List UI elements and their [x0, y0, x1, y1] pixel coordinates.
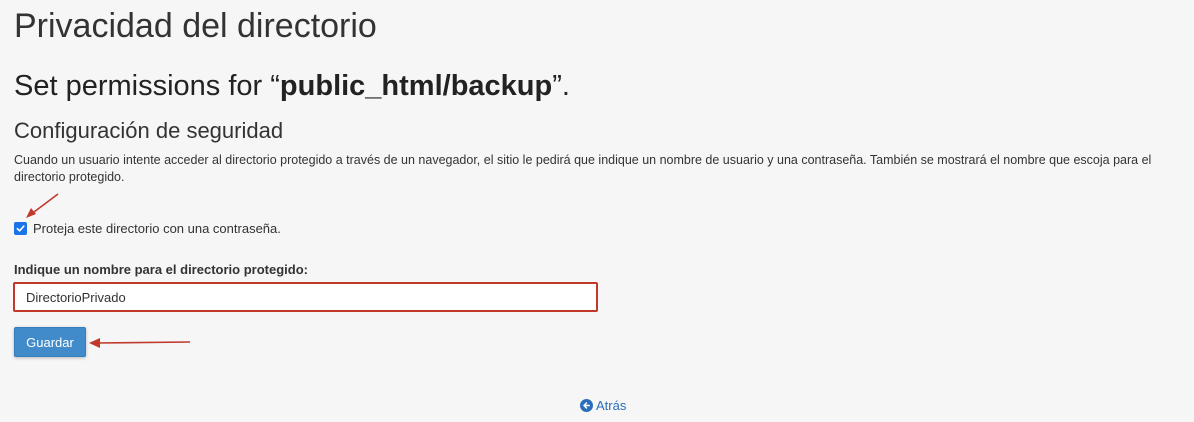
protect-checkbox[interactable] [14, 222, 27, 235]
security-description: Cuando un usuario intente acceder al dir… [14, 153, 1152, 184]
directory-name-label: Indique un nombre para el directorio pro… [14, 262, 308, 277]
permissions-suffix: ”. [552, 70, 570, 102]
annotation-arrow-save [89, 338, 191, 348]
security-heading: Configuración de seguridad [14, 118, 284, 143]
protect-checkbox-row[interactable]: Proteja este directorio con una contrase… [14, 221, 281, 236]
directory-name-input[interactable]: DirectorioPrivado [13, 282, 598, 312]
protect-checkbox-label: Proteja este directorio con una contrase… [33, 221, 281, 236]
page: Privacidad del directorio Set permission… [0, 0, 1194, 422]
back-label: Atrás [596, 398, 627, 413]
annotation-arrows [26, 193, 191, 348]
permissions-prefix: Set permissions for “ [14, 70, 280, 102]
annotation-arrow-checkbox [26, 193, 59, 218]
permissions-heading: Set permissions for “public_html/backup”… [14, 66, 570, 106]
save-button[interactable]: Guardar [14, 327, 86, 357]
checkmark-icon [16, 225, 25, 232]
arrow-left-circle-icon [580, 399, 593, 412]
back-link[interactable]: Atrás [580, 398, 626, 413]
arrow-left-glyph [583, 402, 590, 409]
page-title: Privacidad del directorio [14, 7, 377, 45]
permissions-path: public_html/backup [279, 70, 553, 102]
